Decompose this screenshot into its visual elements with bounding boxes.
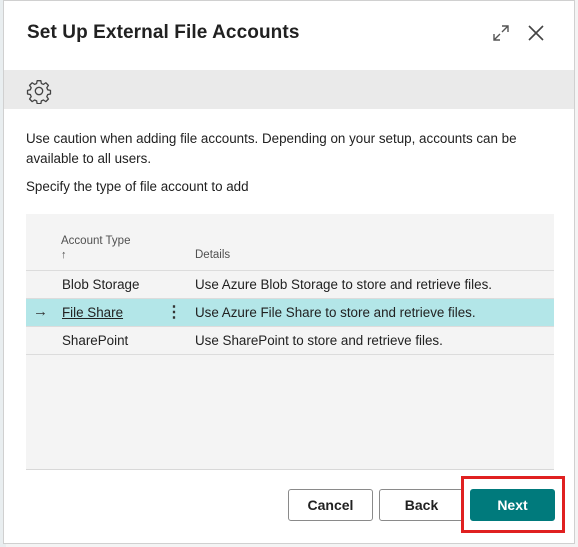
sort-ascending-icon: ↑ [61, 249, 67, 261]
setup-dialog: Set Up External File Accounts Use cautio… [3, 0, 575, 544]
column-header-details[interactable]: Details [195, 249, 230, 261]
row-actions-menu-icon[interactable]: ⋮ [166, 302, 182, 322]
caution-text: Use caution when adding file accounts. D… [26, 131, 517, 166]
page: Set Up External File Accounts Use cautio… [0, 0, 578, 547]
table-row-sharepoint[interactable]: SharePoint Use SharePoint to store and r… [26, 326, 554, 354]
row-details: Use Azure File Share to store and retrie… [195, 305, 476, 320]
table-row-file-share[interactable]: → File Share ⋮ Use Azure File Share to s… [26, 298, 554, 326]
grid-row-divider [26, 354, 554, 355]
next-button-highlight [461, 476, 565, 533]
row-account-type: SharePoint [62, 333, 129, 348]
cancel-button[interactable]: Cancel [288, 489, 373, 521]
close-icon[interactable] [526, 23, 546, 43]
dialog-title: Set Up External File Accounts [27, 22, 300, 43]
current-row-arrow-icon: → [33, 303, 48, 320]
row-details: Use Azure Blob Storage to store and retr… [195, 277, 492, 292]
row-account-type: Blob Storage [62, 277, 140, 292]
row-details: Use SharePoint to store and retrieve fil… [195, 333, 443, 348]
expand-icon[interactable] [491, 23, 511, 43]
back-button[interactable]: Back [379, 489, 464, 521]
gear-icon[interactable] [26, 78, 52, 104]
dialog-toolbar [4, 70, 574, 109]
row-account-type-link[interactable]: File Share [62, 305, 123, 320]
table-row-blob-storage[interactable]: Blob Storage Use Azure Blob Storage to s… [26, 270, 554, 298]
column-header-account-type[interactable]: Account Type [61, 235, 130, 247]
account-type-grid: Account Type ↑ Details Blob Storage Use … [26, 214, 554, 470]
instruction-text: Specify the type of file account to add [26, 179, 249, 194]
